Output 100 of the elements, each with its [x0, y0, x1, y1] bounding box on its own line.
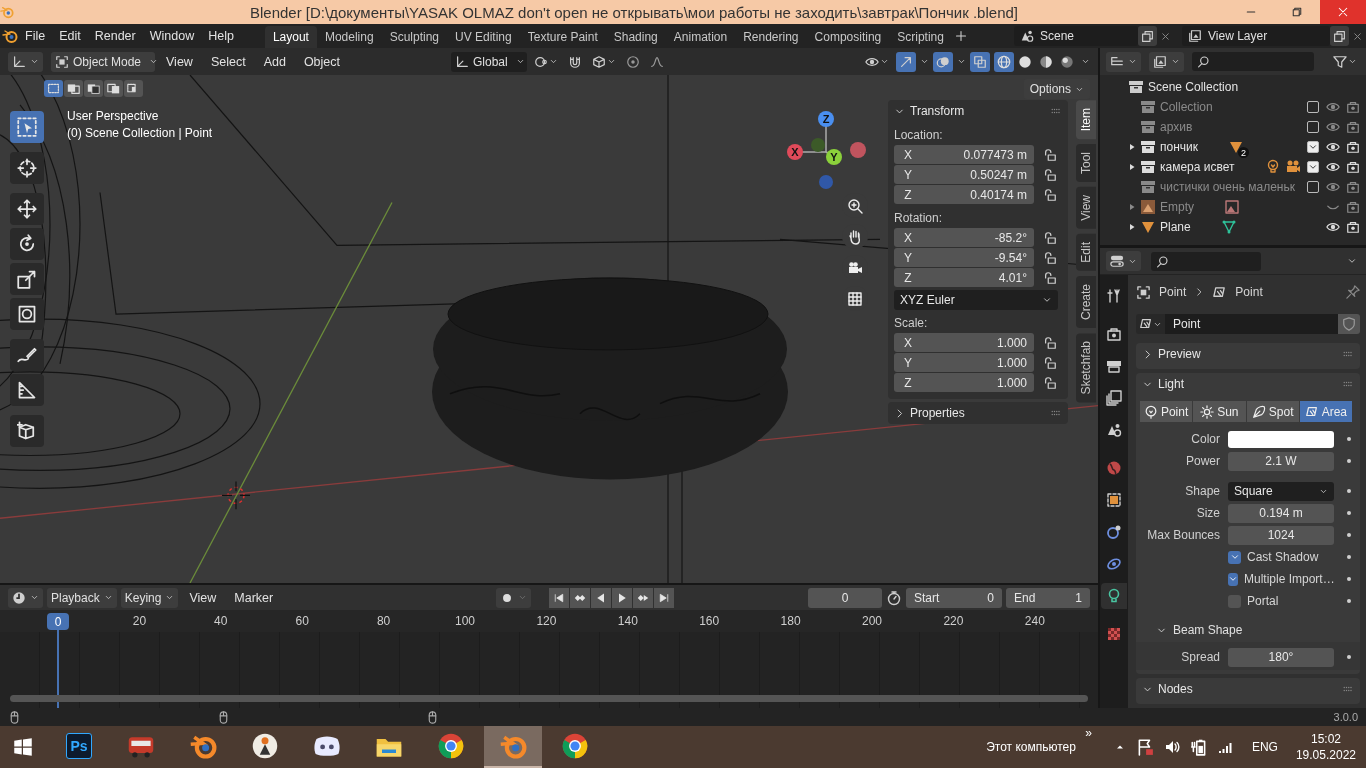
menu-item[interactable]: Add	[256, 50, 293, 73]
light-type-button[interactable]: Point	[1140, 401, 1193, 422]
outliner-item[interactable]: Empty	[1160, 200, 1194, 214]
outliner-item[interactable]: камера исвет	[1160, 160, 1235, 174]
sidebar-tab[interactable]: Item	[1076, 100, 1096, 140]
number-field[interactable]: Y -9.54°	[894, 248, 1034, 267]
menu-item[interactable]: Select	[203, 50, 253, 73]
menu-item[interactable]: View	[182, 586, 224, 609]
scene-field[interactable]: Scene	[1014, 26, 1138, 46]
panel-header[interactable]: Properties	[888, 402, 1068, 424]
panel-header[interactable]: Preview	[1136, 343, 1360, 365]
breadcrumb-item: Point	[1235, 285, 1263, 299]
subpanel-header[interactable]: Beam Shape	[1136, 618, 1243, 642]
outliner-item[interactable]: Collection	[1160, 100, 1213, 114]
number-field[interactable]: Z 4.01°	[894, 268, 1034, 287]
number-field[interactable]: Y 1.000	[894, 353, 1034, 372]
field-label: Max Bounces	[1146, 528, 1220, 542]
taskbar-app[interactable]: Ps	[50, 726, 108, 768]
number-field[interactable]: X 1.000	[894, 333, 1034, 352]
toolbar-label[interactable]: Этот компьютер	[986, 740, 1076, 754]
group-label: Rotation:	[893, 210, 944, 227]
number-field[interactable]: Z 1.000	[894, 373, 1034, 392]
view-layer-field[interactable]: View Layer	[1182, 26, 1330, 46]
outliner-item[interactable]: архив	[1160, 120, 1193, 134]
workspace-tab[interactable]: Texture Paint	[519, 26, 606, 48]
field-label: Spread	[1180, 650, 1220, 664]
frame-number: 40	[214, 614, 228, 628]
outliner-item[interactable]: чистички очень маленьк	[1160, 180, 1295, 194]
photoshop-icon: Ps	[66, 733, 92, 759]
menu-dropdown[interactable]: Playback	[47, 587, 117, 608]
field-label: Power	[1185, 454, 1220, 468]
panel-header[interactable]: Light	[1136, 373, 1360, 395]
field-label: Color	[1190, 432, 1220, 446]
workspace-tab[interactable]: Sculpting	[381, 26, 447, 48]
sidebar-tab[interactable]: View	[1076, 187, 1096, 230]
sidebar-tab[interactable]: Edit	[1076, 234, 1096, 271]
datablock-name-field[interactable]: Point	[1165, 314, 1338, 334]
sidebar-tab[interactable]: Tool	[1076, 144, 1096, 183]
rotation-mode-dropdown[interactable]: XYZ Euler	[894, 290, 1058, 310]
workspace-tab[interactable]: Animation	[665, 26, 736, 48]
number-field[interactable]: 2.1 W	[1228, 451, 1334, 471]
workspace-tab[interactable]: Modeling	[316, 26, 382, 48]
light-type-button[interactable]: Area	[1299, 401, 1352, 422]
group-label: Location:	[893, 127, 944, 144]
workspace-tab[interactable]: Shading	[605, 26, 666, 48]
panel-header[interactable]: Transform	[888, 100, 1068, 122]
workspace-tab[interactable]: Layout	[264, 26, 317, 48]
frame-number: 240	[1024, 614, 1045, 628]
number-field[interactable]: 180°	[1228, 647, 1334, 667]
outliner-item[interactable]: Plane	[1160, 220, 1191, 234]
frame-number: 120	[536, 614, 557, 628]
number-field[interactable]: 1024	[1228, 525, 1334, 545]
current-frame-field[interactable]: 0	[808, 587, 882, 608]
frame-number: 200	[862, 614, 882, 628]
panel-header[interactable]: Nodes	[1136, 678, 1360, 700]
toolbar-more-button[interactable]: »	[1085, 726, 1092, 740]
viewport-info-text: (0) Scene Collection | Point	[67, 126, 213, 140]
outliner-item[interactable]: Scene Collection	[1148, 80, 1239, 94]
window-title: Blender [D:\документы\YASAK OLMAZ don't open не открывать\мои работы не заходить\завтрак\Пончик .blend]	[249, 3, 1019, 21]
start-frame-field[interactable]: Start 0	[906, 587, 1002, 608]
workspace-tab[interactable]: UV Editing	[447, 26, 520, 48]
number-field[interactable]: Z 0.40174 m	[894, 185, 1034, 204]
checkbox-option[interactable]: Cast Shadow	[1228, 550, 1334, 564]
version-text: 3.0.0	[1333, 711, 1358, 723]
menu-item[interactable]: Render	[87, 25, 143, 47]
menu-item[interactable]: View	[159, 50, 200, 73]
menu-item[interactable]: Marker	[227, 586, 281, 609]
playhead-frame[interactable]: 0	[47, 613, 69, 630]
workspace-tab[interactable]: Rendering	[735, 26, 807, 48]
mode-dropdown[interactable]: Object Mode	[51, 51, 155, 72]
sidebar-tab[interactable]: Sketchfab	[1076, 332, 1096, 403]
workspace-tab[interactable]: Scripting	[889, 26, 952, 48]
outliner-item[interactable]: пончик	[1160, 140, 1198, 154]
menu-dropdown[interactable]: Keying	[120, 587, 179, 608]
menu-item[interactable]: Object	[296, 50, 347, 73]
language-indicator[interactable]: ENG	[1251, 740, 1278, 754]
frame-number: 20	[132, 614, 147, 628]
workspace-tab[interactable]: Compositing	[806, 26, 890, 48]
number-field[interactable]: Y 0.50247 m	[894, 165, 1034, 184]
checkbox-label: Portal	[1247, 594, 1279, 608]
menu-item[interactable]: Window	[142, 25, 202, 47]
checkbox-option[interactable]: Multiple Import…	[1228, 572, 1334, 586]
number-field[interactable]: 0.194 m	[1228, 503, 1334, 523]
orientation-dropdown[interactable]: Global	[451, 51, 527, 72]
sidebar-tab[interactable]: Create	[1076, 275, 1096, 328]
light-type-button[interactable]: Spot	[1246, 401, 1299, 422]
number-field[interactable]: X -85.2°	[894, 228, 1034, 247]
frame-number: 220	[943, 614, 964, 628]
count-badge: 2	[1238, 147, 1249, 158]
frame-number: 60	[295, 614, 309, 628]
menu-item[interactable]: Help	[201, 25, 241, 47]
checkbox-option[interactable]: Portal	[1228, 594, 1334, 608]
end-frame-field[interactable]: End 1	[1006, 587, 1090, 608]
light-type-button[interactable]: Sun	[1193, 401, 1246, 422]
checkbox-label: Cast Shadow	[1247, 550, 1319, 564]
shape-dropdown[interactable]: Square	[1228, 481, 1334, 501]
clock[interactable]: 15:02 19.05.2022	[1295, 731, 1356, 763]
menu-item[interactable]: Edit	[52, 25, 88, 47]
number-field[interactable]: X 0.077473 m	[894, 145, 1034, 164]
menu-item[interactable]: File	[18, 25, 53, 47]
